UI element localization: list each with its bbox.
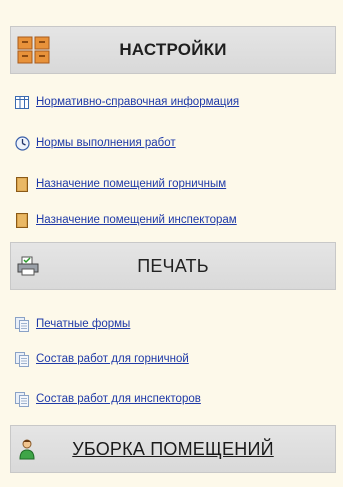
link-label[interactable]: Нормы выполнения работ <box>36 137 176 149</box>
link-label[interactable]: Назначение помещений инспекторам <box>36 214 237 226</box>
document-stack-icon <box>14 391 30 407</box>
book-icon <box>14 176 30 192</box>
print-header: ПЕЧАТЬ <box>10 242 336 290</box>
link-label[interactable]: Состав работ для горничной <box>36 353 189 365</box>
link-maid-work-list[interactable]: Состав работ для горничной <box>14 350 189 368</box>
settings-cabinet-icon <box>17 35 51 65</box>
link-inspector-work-list[interactable]: Состав работ для инспекторов <box>14 390 201 408</box>
link-label[interactable]: Назначение помещений горничным <box>36 178 226 190</box>
document-stack-icon <box>14 316 30 332</box>
cleaning-header[interactable]: УБОРКА ПОМЕЩЕНИЙ <box>10 425 336 473</box>
link-print-forms[interactable]: Печатные формы <box>14 315 130 333</box>
clock-icon <box>14 135 30 151</box>
link-label[interactable]: Нормативно-справочная информация <box>36 96 239 108</box>
link-reference-info[interactable]: Нормативно-справочная информация <box>14 93 239 111</box>
cleaning-title[interactable]: УБОРКА ПОМЕЩЕНИЙ <box>72 439 273 460</box>
link-label[interactable]: Печатные формы <box>36 318 130 330</box>
link-work-norms[interactable]: Нормы выполнения работ <box>14 134 176 152</box>
link-assign-maids[interactable]: Назначение помещений горничным <box>14 175 226 193</box>
link-assign-inspectors[interactable]: Назначение помещений инспекторам <box>14 211 237 229</box>
book-icon <box>14 212 30 228</box>
print-title: ПЕЧАТЬ <box>137 255 209 276</box>
navigation-panel: НАСТРОЙКИ Нормативно-справочная информац… <box>0 0 343 487</box>
document-stack-icon <box>14 351 30 367</box>
table-icon <box>14 94 30 110</box>
link-label[interactable]: Состав работ для инспекторов <box>36 393 201 405</box>
settings-header: НАСТРОЙКИ <box>10 26 336 74</box>
printer-icon <box>17 256 39 276</box>
person-icon <box>17 438 37 460</box>
settings-title: НАСТРОЙКИ <box>119 40 227 59</box>
